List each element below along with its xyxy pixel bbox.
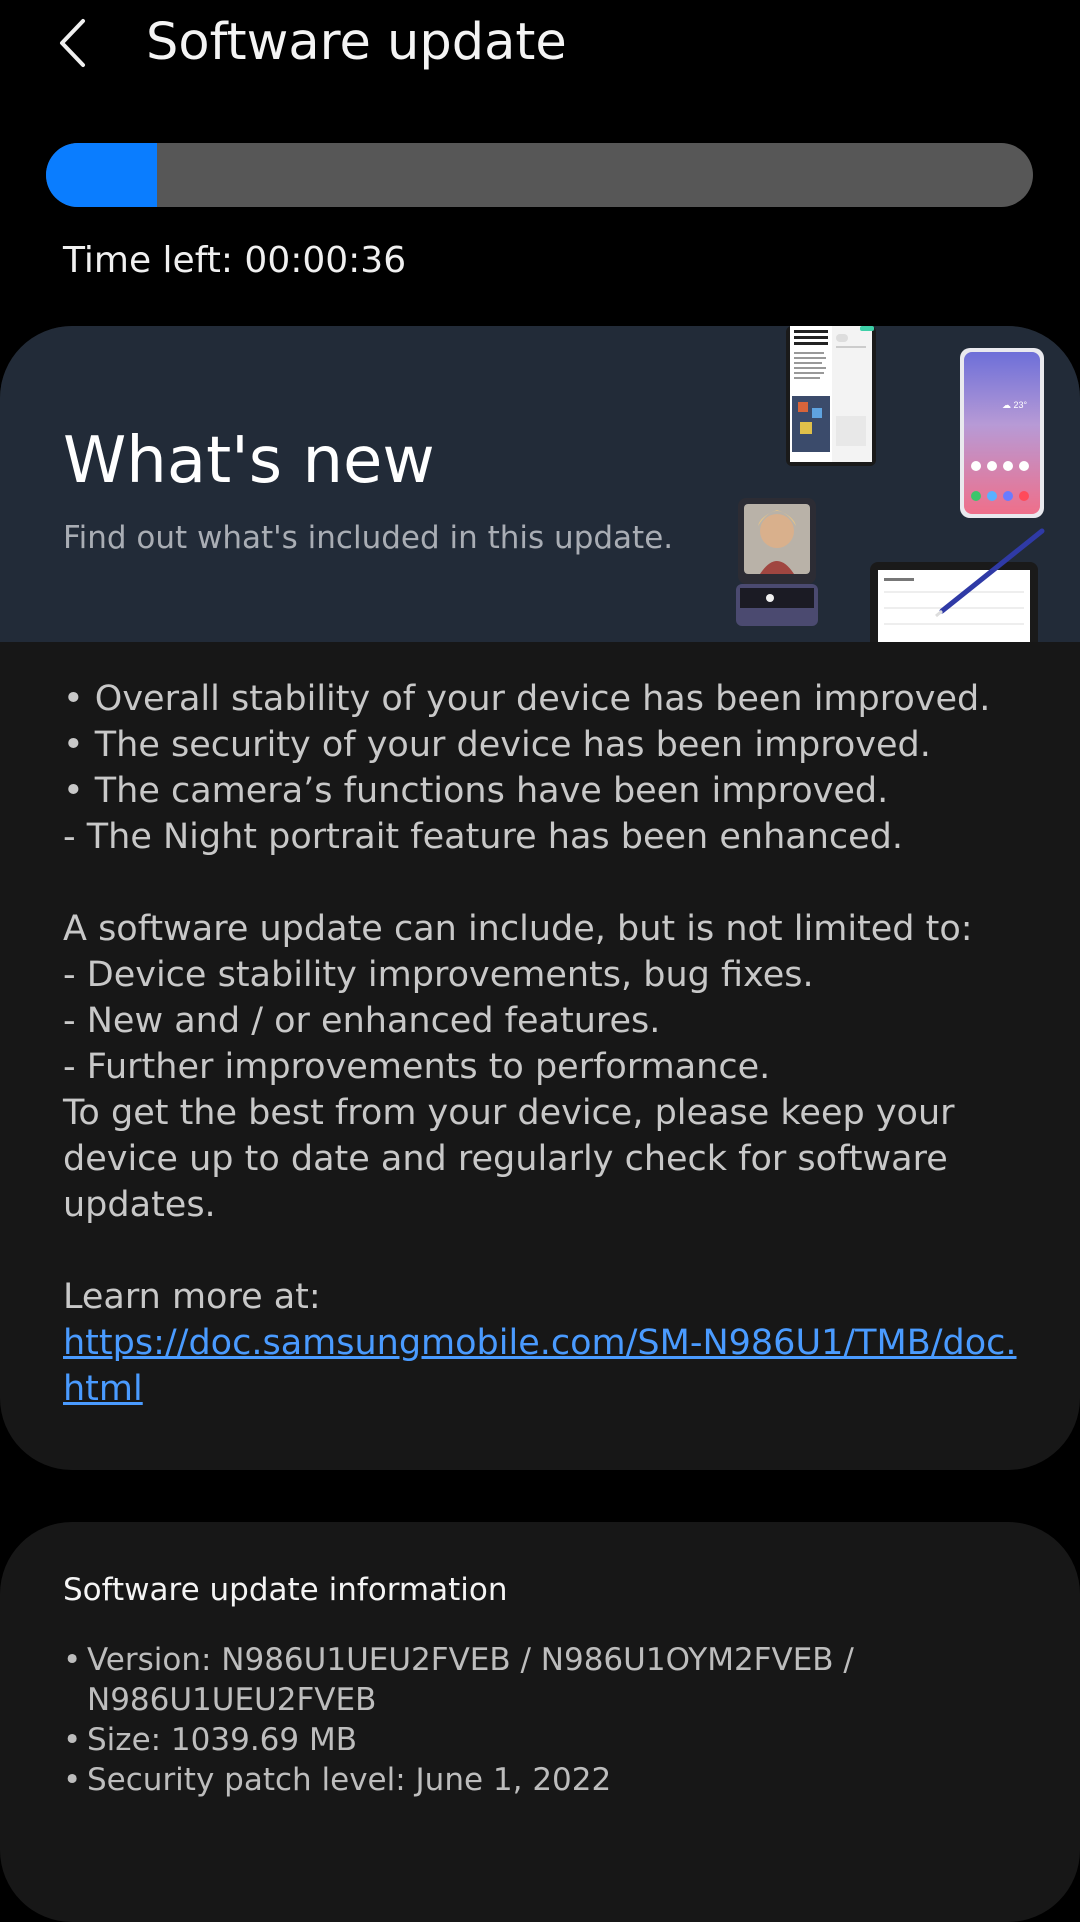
back-button[interactable]: [44, 8, 100, 78]
device-illustration-image: ☁ 23°: [736, 326, 1045, 642]
time-left-label: Time left: 00:00:36: [63, 240, 407, 281]
phone-device-graphic: ☁ 23°: [960, 348, 1044, 518]
update-info-title: Software update information: [63, 1572, 508, 1608]
learn-more-link[interactable]: https://doc.samsungmobile.com/SM-N986U1/…: [63, 1320, 1023, 1412]
update-info-card: Software update information • Version: N…: [0, 1522, 1080, 1922]
svg-text:☁ 23°: ☁ 23°: [1002, 400, 1028, 410]
release-note-advice: To get the best from your device, please…: [63, 1093, 955, 1225]
whats-new-banner: What's new Find out what's included in t…: [0, 326, 1080, 642]
update-info-size: • Size: 1039.69 MB: [63, 1722, 357, 1758]
update-info-list: • Version: N986U1UEU2FVEB / N986U1OYM2FV…: [63, 1640, 1043, 1800]
release-note-bullet: • The camera’s functions have been impro…: [63, 771, 889, 811]
release-notes: • Overall stability of your device has b…: [63, 676, 1043, 1412]
tablet-with-pen-graphic: [870, 528, 1045, 642]
release-note-sub-bullet: - The Night portrait feature has been en…: [63, 817, 903, 857]
update-info-security-patch: • Security patch level: June 1, 2022: [63, 1762, 612, 1798]
learn-more-label: Learn more at:: [63, 1277, 321, 1317]
page-title: Software update: [146, 13, 567, 72]
whats-new-card: What's new Find out what's included in t…: [0, 326, 1080, 1470]
release-note-bullet: • The security of your device has been i…: [63, 725, 931, 765]
whats-new-subtitle: Find out what's included in this update.: [63, 520, 674, 556]
foldable-device-graphic: [786, 326, 876, 466]
release-note-intro: A software update can include, but is no…: [63, 909, 973, 949]
whats-new-title: What's new: [63, 424, 435, 498]
download-progress-fill: [46, 143, 157, 207]
release-note-item: - Device stability improvements, bug fix…: [63, 955, 814, 995]
download-progress-bar: [46, 143, 1033, 207]
update-info-version: • Version: N986U1UEU2FVEB / N986U1OYM2FV…: [63, 1642, 854, 1718]
flip-phone-graphic: [736, 498, 818, 626]
release-note-item: - New and / or enhanced features.: [63, 1001, 661, 1041]
release-note-item: - Further improvements to performance.: [63, 1047, 771, 1087]
release-note-bullet: • Overall stability of your device has b…: [63, 679, 991, 719]
app-header: Software update: [0, 0, 1080, 90]
chevron-left-icon: [60, 19, 85, 67]
